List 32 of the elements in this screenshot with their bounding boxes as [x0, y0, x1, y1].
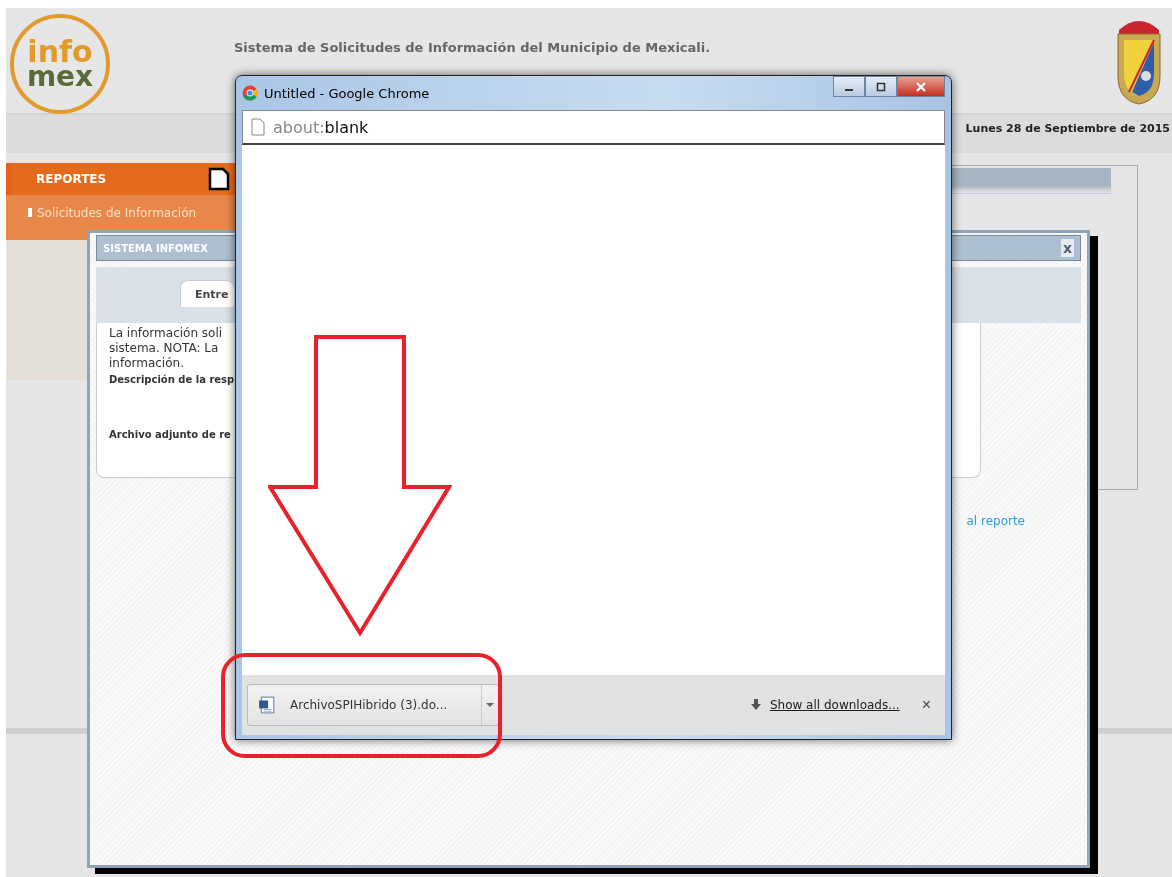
close-button[interactable]: × — [921, 696, 931, 714]
browser-logo-icon — [242, 85, 258, 101]
minimize-icon — [845, 88, 853, 91]
message-text: La información soli — [109, 326, 224, 341]
page-icon — [251, 118, 265, 136]
download-item[interactable]: ArchivoSPIHibrido (3).do... — [247, 684, 499, 726]
field-label: Archivo adjunto de re — [109, 429, 232, 440]
bullet-icon — [28, 208, 32, 217]
dialog-title: SISTEMA INFOMEX — [103, 242, 208, 254]
close-button[interactable] — [897, 76, 945, 97]
file-name: ArchivoSPIHibrido (3).do... — [290, 698, 449, 712]
message-text: información. — [109, 356, 185, 371]
document-icon — [258, 696, 276, 714]
minimize-button[interactable] — [833, 76, 865, 97]
download-arrow-icon — [749, 699, 762, 711]
logo-text: info — [27, 39, 93, 65]
tab[interactable]: Entre — [180, 280, 234, 307]
address-text: about:blank — [273, 117, 369, 137]
window-title: Untitled - Google Chrome — [264, 85, 431, 101]
site-title: Sistema de Solicitudes de Información del Municipio de Mexicali. — [234, 40, 712, 55]
maximize-button[interactable] — [865, 76, 897, 97]
section-title: REPORTES — [36, 172, 107, 186]
message-text: sistema. NOTA: La — [109, 341, 220, 356]
document-icon — [208, 167, 230, 191]
logo-text: mex — [26, 64, 94, 89]
close-button[interactable]: x — [1060, 239, 1074, 257]
field-label: Descripción de la resp — [109, 374, 236, 385]
close-icon — [915, 81, 927, 92]
show-all-downloads-link[interactable]: Show all downloads... — [769, 698, 900, 712]
maximize-icon — [875, 81, 887, 92]
address-bar[interactable]: about:blank — [242, 110, 945, 145]
date-text: Lunes 28 de Septiembre de 2015 — [965, 121, 1171, 135]
